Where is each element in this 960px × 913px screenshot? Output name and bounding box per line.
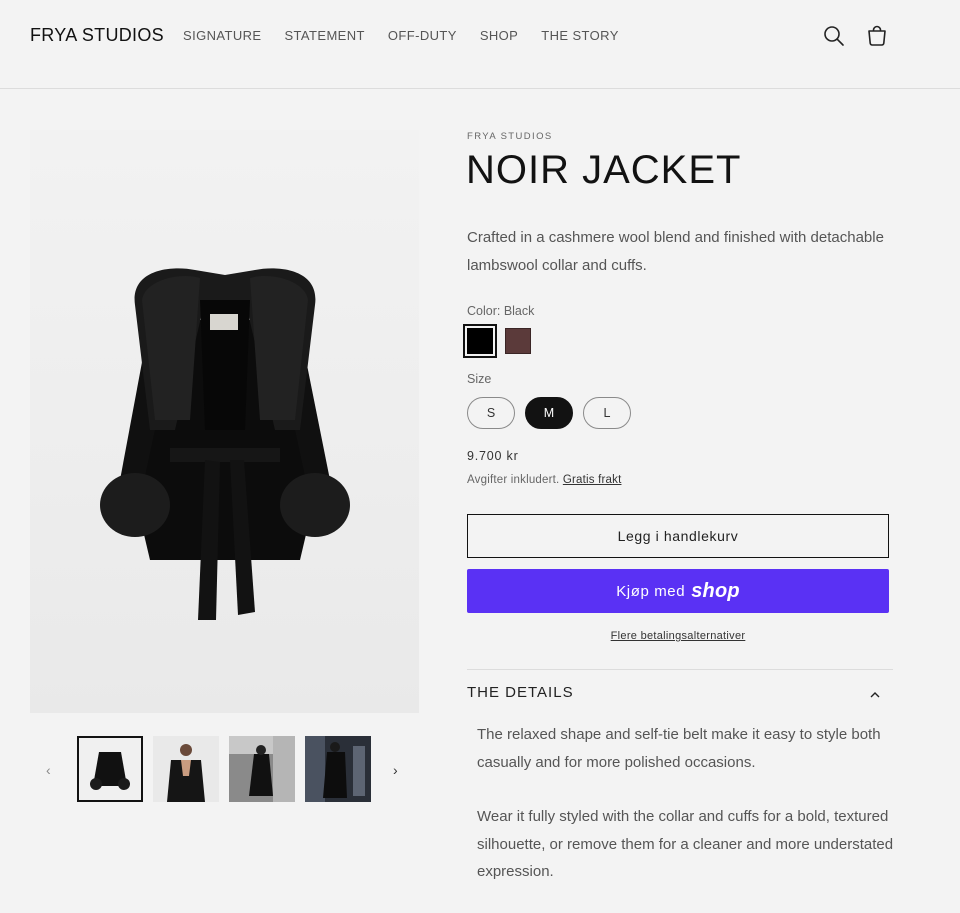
product-price: 9.700 kr — [467, 449, 519, 463]
nav-item-statement[interactable]: STATEMENT — [284, 28, 364, 43]
nav-item-signature[interactable]: SIGNATURE — [183, 28, 261, 43]
details-paragraph: The relaxed shape and self-tie belt make… — [477, 726, 881, 771]
tax-text: Avgifter inkludert. — [467, 474, 560, 486]
nav-item-off-duty[interactable]: OFF-DUTY — [388, 28, 457, 43]
thumbnail-image-3[interactable] — [229, 736, 295, 802]
shop-pay-prefix: Kjøp med — [616, 582, 686, 600]
tax-shipping-line: Avgifter inkludert. Gratis frakt — [467, 474, 621, 486]
shop-pay-button[interactable]: Kjøp med shop — [467, 569, 889, 613]
nav-item-the-story[interactable]: THE STORY — [541, 28, 619, 43]
product-description: Crafted in a cashmere wool blend and fin… — [467, 229, 884, 274]
size-option-l[interactable]: L — [583, 397, 631, 429]
site-logo[interactable]: FRYA STUDIOS — [30, 25, 164, 46]
details-divider — [467, 669, 893, 670]
details-heading: THE DETAILS — [467, 684, 574, 701]
details-paragraph: Wear it fully styled with the collar and… — [477, 808, 894, 880]
details-accordion-header[interactable]: THE DETAILS — [467, 684, 893, 710]
search-icon[interactable] — [822, 24, 846, 48]
size-option-m[interactable]: M — [525, 397, 573, 429]
thumbnail-image-2[interactable] — [153, 736, 219, 802]
add-to-cart-button[interactable]: Legg i handlekurv — [467, 514, 889, 558]
size-label: Size — [467, 372, 492, 386]
more-payment-options: Flere betalingsalternativer — [467, 630, 889, 642]
cart-icon[interactable] — [865, 24, 889, 48]
thumbnail-image-1[interactable] — [77, 736, 143, 802]
chevron-up-icon — [869, 688, 881, 706]
color-swatch-black[interactable] — [463, 324, 497, 358]
more-payment-link[interactable]: Flere betalingsalternativer — [611, 630, 746, 642]
main-nav: SIGNATURE STATEMENT OFF-DUTY SHOP THE ST… — [183, 28, 642, 43]
thumbnail-prev-arrow[interactable]: ‹ — [46, 762, 51, 778]
shop-pay-logo: shop — [691, 579, 740, 602]
thumbnail-image-4[interactable] — [305, 736, 371, 802]
color-label: Color: Black — [467, 304, 535, 318]
shipping-link[interactable]: Gratis frakt — [563, 474, 622, 486]
product-main-image[interactable] — [30, 130, 419, 713]
site-header: FRYA STUDIOS SIGNATURE STATEMENT OFF-DUT… — [0, 0, 960, 89]
product-vendor: FRYA STUDIOS — [467, 131, 553, 142]
nav-item-shop[interactable]: SHOP — [480, 28, 518, 43]
size-option-s[interactable]: S — [467, 397, 515, 429]
color-swatch-brown[interactable] — [505, 328, 531, 354]
product-title: NOIR JACKET — [466, 148, 742, 192]
thumbnail-next-arrow[interactable]: › — [393, 762, 398, 778]
